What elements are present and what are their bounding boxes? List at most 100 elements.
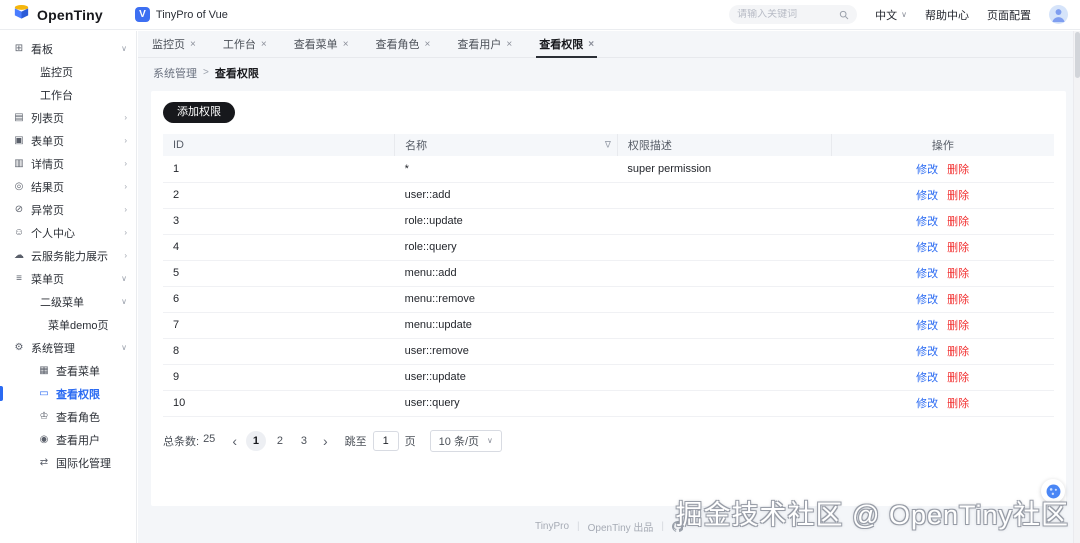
table-header-row: ID 名称 ∇ 权限描述 操作 (163, 134, 1054, 156)
edit-link[interactable]: 修改 (916, 346, 938, 358)
chevron-down-icon: ∨ (487, 435, 493, 445)
edit-link[interactable]: 修改 (916, 190, 938, 202)
edit-link[interactable]: 修改 (916, 294, 938, 306)
chevron-right-icon: › (124, 251, 127, 260)
breadcrumb-separator: > (203, 67, 209, 78)
footer-credit: OpenTiny 出品 (587, 523, 654, 534)
sidebar-item-view-user[interactable]: ◉ 查看用户 (0, 428, 136, 451)
next-page-button[interactable]: › (318, 434, 333, 448)
edit-link[interactable]: 修改 (916, 398, 938, 410)
scrollbar-thumb[interactable] (1075, 32, 1080, 78)
page-config-link[interactable]: 页面配置 (987, 7, 1031, 23)
delete-link[interactable]: 删除 (947, 294, 969, 306)
chevron-down-icon: ∨ (121, 297, 127, 306)
sidebar-item-view-menu[interactable]: ▦ 查看菜单 (0, 359, 136, 382)
cell-name: user::query (394, 390, 618, 417)
cell-name: menu::add (394, 260, 618, 287)
sidebar-item-detail[interactable]: ▥ 详情页 › (0, 152, 136, 175)
global-search (729, 5, 858, 24)
close-icon[interactable]: × (588, 39, 594, 50)
pagination: 总条数: 25 ‹ 1 2 3 › 跳至 页 10 条/页 ∨ (163, 429, 1054, 452)
add-permission-button[interactable]: 添加权限 (163, 102, 235, 123)
sidebar-item-view-permission[interactable]: ▭ 查看权限 (0, 382, 136, 405)
result-icon: ◎ (14, 181, 24, 192)
search-input[interactable] (737, 9, 835, 20)
prev-page-button[interactable]: ‹ (227, 434, 242, 448)
theme-settings-button[interactable] (1041, 479, 1065, 503)
tab-view-permission[interactable]: 查看权限 × (536, 31, 597, 58)
sidebar-item-view-role[interactable]: ♔ 查看角色 (0, 405, 136, 428)
cell-id: 4 (163, 234, 395, 261)
github-icon[interactable] (672, 521, 684, 532)
table-row: 2 user::add 修改 删除 (163, 182, 1054, 209)
delete-link[interactable]: 删除 (947, 398, 969, 410)
delete-link[interactable]: 删除 (947, 320, 969, 332)
sidebar-item-form[interactable]: ▣ 表单页 › (0, 129, 136, 152)
view-user-icon: ◉ (39, 434, 49, 445)
delete-link[interactable]: 删除 (947, 372, 969, 384)
sidebar-item-workbench[interactable]: 工作台 (0, 83, 136, 106)
sidebar-item-menu-demo[interactable]: 菜单demo页 (0, 313, 136, 336)
search-icon[interactable] (839, 10, 849, 20)
detail-icon: ▥ (14, 158, 24, 169)
footer-brand: TinyPro (534, 521, 570, 532)
page-size-select[interactable]: 10 条/页 ∨ (429, 429, 502, 452)
sidebar-item-submenu[interactable]: 二级菜单 ∨ (0, 290, 136, 313)
cell-id: 1 (163, 156, 395, 183)
delete-link[interactable]: 删除 (947, 190, 969, 202)
sidebar-item-system[interactable]: ⚙ 系统管理 ∨ (0, 336, 136, 359)
cell-id: 10 (163, 390, 395, 417)
sidebar-item-kanban[interactable]: ⊞ 看板 ∨ (0, 37, 136, 60)
permissions-table: ID 名称 ∇ 权限描述 操作 1 * super permission 修改删… (163, 134, 1054, 417)
goto-page-input[interactable] (372, 430, 399, 451)
language-switcher[interactable]: 中文 ∨ (875, 7, 907, 23)
close-icon[interactable]: × (343, 39, 349, 50)
sidebar-item-menu-page[interactable]: ≡ 菜单页 ∨ (0, 267, 136, 290)
vertical-scrollbar[interactable] (1073, 31, 1080, 543)
page-number-2[interactable]: 2 (270, 431, 290, 451)
close-icon[interactable]: × (425, 39, 431, 50)
sidebar-item-cloud[interactable]: ☁ 云服务能力展示 › (0, 244, 136, 267)
edit-link[interactable]: 修改 (916, 372, 938, 384)
close-icon[interactable]: × (190, 39, 196, 50)
cell-desc (617, 208, 832, 235)
page-number-1[interactable]: 1 (245, 430, 266, 451)
filter-icon[interactable]: ∇ (605, 140, 611, 151)
tab-view-user[interactable]: 查看用户 × (457, 31, 512, 57)
sidebar-item-exception[interactable]: ⊘ 异常页 › (0, 198, 136, 221)
breadcrumb-parent[interactable]: 系统管理 (153, 65, 197, 81)
edit-link[interactable]: 修改 (916, 320, 938, 332)
delete-link[interactable]: 删除 (947, 216, 969, 228)
sidebar-item-list[interactable]: ▤ 列表页 › (0, 106, 136, 129)
cell-name: user::update (394, 364, 618, 391)
sidebar: ⊞ 看板 ∨ 监控页 工作台 ▤ 列表页 › ▣ 表单页 › ▥ 详情页 › ◎… (0, 31, 137, 543)
edit-link[interactable]: 修改 (916, 242, 938, 254)
sidebar-item-profile[interactable]: ☺ 个人中心 › (0, 221, 136, 244)
edit-link[interactable]: 修改 (916, 268, 938, 280)
col-header-desc: 权限描述 (617, 134, 832, 156)
tab-view-role[interactable]: 查看角色 × (376, 31, 431, 57)
edit-link[interactable]: 修改 (916, 164, 938, 176)
delete-link[interactable]: 删除 (947, 346, 969, 358)
delete-link[interactable]: 删除 (947, 242, 969, 254)
delete-link[interactable]: 删除 (947, 164, 969, 176)
tab-workbench[interactable]: 工作台 × (223, 31, 267, 57)
delete-link[interactable]: 删除 (947, 268, 969, 280)
chevron-right-icon: › (124, 205, 127, 214)
cell-name: role::update (394, 208, 618, 235)
tab-view-menu[interactable]: 查看菜单 × (294, 31, 349, 57)
user-avatar[interactable] (1049, 5, 1068, 24)
sidebar-item-i18n[interactable]: ⇄ 国际化管理 (0, 451, 136, 474)
close-icon[interactable]: × (261, 39, 267, 50)
breadcrumb: 系统管理 > 查看权限 (138, 58, 1080, 87)
product-badge[interactable]: V TinyPro of Vue (134, 7, 228, 22)
sidebar-item-result[interactable]: ◎ 结果页 › (0, 175, 136, 198)
cell-desc (617, 338, 832, 365)
page-number-3[interactable]: 3 (294, 431, 314, 451)
close-icon[interactable]: × (506, 39, 512, 50)
sidebar-item-monitor[interactable]: 监控页 (0, 60, 136, 83)
help-center-link[interactable]: 帮助中心 (925, 7, 969, 23)
opentiny-logo[interactable]: OpenTiny (12, 4, 103, 25)
edit-link[interactable]: 修改 (916, 216, 938, 228)
tab-monitor[interactable]: 监控页 × (152, 31, 196, 57)
